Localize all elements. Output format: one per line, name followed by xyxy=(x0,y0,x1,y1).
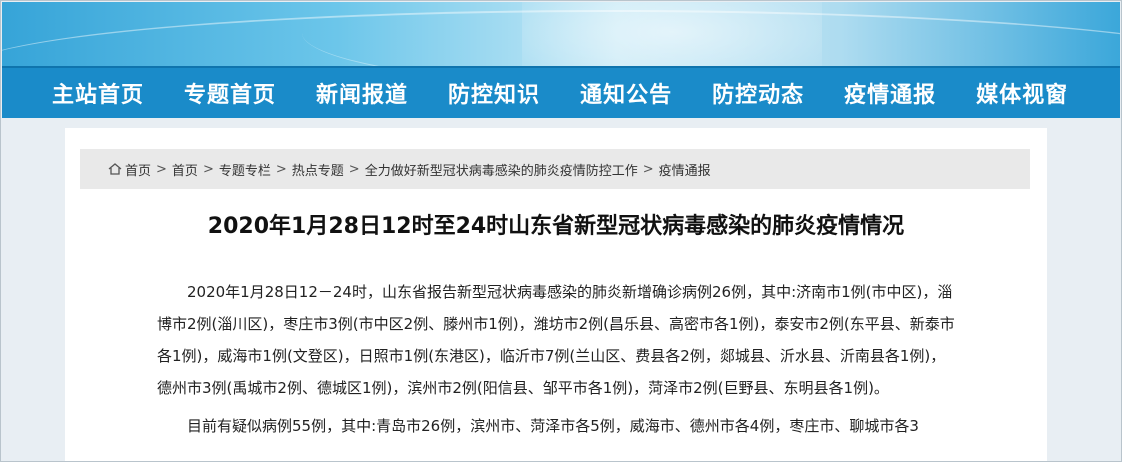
nav-item-media[interactable]: 媒体视窗 xyxy=(976,77,1068,109)
breadcrumb: 首页 > 首页 > 专题专栏 > 热点专题 > 全力做好新型冠状病毒感染的肺炎疫… xyxy=(80,149,1030,189)
article-paragraph: 2020年1月28日12－24时，山东省报告新型冠状病毒感染的肺炎新增确诊病例2… xyxy=(157,283,955,397)
breadcrumb-separator: > xyxy=(348,161,360,177)
main-nav: 主站首页 专题首页 新闻报道 防控知识 通知公告 防控动态 疫情通报 媒体视窗 xyxy=(2,66,1120,118)
article-title: 2020年1月28日12时至24时山东省新型冠状病毒感染的肺炎疫情情况 xyxy=(207,214,905,239)
breadcrumb-separator: > xyxy=(202,161,214,177)
breadcrumb-home[interactable]: 首页 xyxy=(125,160,151,179)
nav-item-epidemic-reports[interactable]: 疫情通报 xyxy=(844,77,936,109)
nav-item-prevention-updates[interactable]: 防控动态 xyxy=(712,77,804,109)
article-paragraph: 目前有疑似病例55例，其中:青岛市26例，滨州市、菏泽市各5例，威海市、德州市各… xyxy=(187,417,919,435)
breadcrumb-separator: > xyxy=(642,161,654,177)
breadcrumb-special-column[interactable]: 专题专栏 xyxy=(219,160,271,179)
nav-item-notices[interactable]: 通知公告 xyxy=(580,77,672,109)
nav-item-main-home[interactable]: 主站首页 xyxy=(52,77,144,109)
breadcrumb-separator: > xyxy=(156,161,167,177)
nav-item-news[interactable]: 新闻报道 xyxy=(316,77,408,109)
header-banner xyxy=(2,2,1120,66)
breadcrumb-hot-topic[interactable]: 热点专题 xyxy=(292,160,344,179)
breadcrumb-epidemic-report[interactable]: 疫情通报 xyxy=(659,160,711,179)
breadcrumb-home-2[interactable]: 首页 xyxy=(172,160,198,179)
breadcrumb-separator: > xyxy=(275,161,287,177)
nav-item-prevention-knowledge[interactable]: 防控知识 xyxy=(448,77,540,109)
banner-glow-decoration xyxy=(522,2,822,66)
nav-item-topic-home[interactable]: 专题首页 xyxy=(184,77,276,109)
main-content: 首页 > 首页 > 专题专栏 > 热点专题 > 全力做好新型冠状病毒感染的肺炎疫… xyxy=(65,128,1047,462)
home-icon xyxy=(108,163,122,175)
article-body: 2020年1月28日12－24时，山东省报告新型冠状病毒感染的肺炎新增确诊病例2… xyxy=(157,276,957,448)
breadcrumb-prevention-work[interactable]: 全力做好新型冠状病毒感染的肺炎疫情防控工作 xyxy=(365,160,638,179)
